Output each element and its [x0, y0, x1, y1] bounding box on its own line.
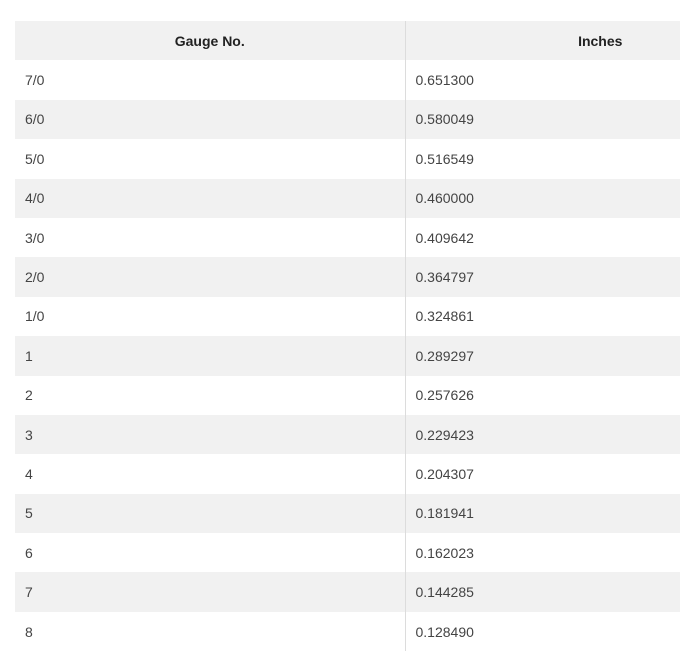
cell-gauge-no: 5/0	[15, 139, 406, 179]
table-row: 6/0 0.580049	[15, 99, 680, 140]
cell-gauge-no: 2	[15, 375, 406, 415]
cell-gauge-no: 1/0	[15, 296, 406, 337]
table-body: 7/0 0.651300 6/0 0.580049 5/0 0.516549 4/0 0.46…	[15, 60, 680, 651]
gauge-table: Gauge No. Inches 7/0 0.651300 6/0 0.580049 5…	[15, 21, 680, 651]
table-row: 8 0.128490	[15, 611, 680, 651]
table-row: 1 0.289297	[15, 336, 680, 376]
table-row: 2 0.257626	[15, 375, 680, 415]
cell-inches: 0.651300	[405, 60, 680, 100]
cell-gauge-no: 3	[15, 414, 406, 455]
cell-inches: 0.144285	[405, 572, 680, 612]
cell-inches: 0.324861	[405, 296, 680, 337]
table-row: 3 0.229423	[15, 414, 680, 455]
cell-gauge-no: 6/0	[15, 99, 406, 140]
cell-inches: 0.289297	[405, 336, 680, 376]
cell-gauge-no: 5	[15, 493, 406, 534]
cell-inches: 0.516549	[405, 139, 680, 179]
cell-inches: 0.580049	[405, 99, 680, 140]
cell-inches: 0.204307	[405, 454, 680, 494]
cell-gauge-no: 7	[15, 572, 406, 612]
table-row: 7 0.144285	[15, 572, 680, 612]
cell-inches: 0.364797	[405, 257, 680, 297]
cell-inches: 0.229423	[405, 414, 680, 455]
cell-inches: 0.257626	[405, 375, 680, 415]
table-row: 4 0.204307	[15, 454, 680, 494]
table-header: Gauge No. Inches	[15, 21, 680, 61]
table-row: 5 0.181941	[15, 493, 680, 534]
table-scroll-area[interactable]: Gauge No. Inches 7/0 0.651300 6/0 0.580049 5…	[15, 21, 680, 651]
table-row: 4/0 0.460000	[15, 178, 680, 218]
cell-inches: 0.409642	[405, 217, 680, 258]
cell-gauge-no: 8	[15, 611, 406, 651]
cell-gauge-no: 6	[15, 533, 406, 573]
header-row: Gauge No. Inches	[15, 21, 680, 61]
cell-gauge-no: 4/0	[15, 178, 406, 218]
header-gauge-no: Gauge No.	[15, 21, 406, 61]
gauge-table-container: Gauge No. Inches 7/0 0.651300 6/0 0.580049 5…	[15, 21, 680, 651]
table-row: 2/0 0.364797	[15, 257, 680, 297]
cell-gauge-no: 4	[15, 454, 406, 494]
table-row: 1/0 0.324861	[15, 296, 680, 337]
cell-inches: 0.181941	[405, 493, 680, 534]
table-row: 3/0 0.409642	[15, 217, 680, 258]
cell-inches: 0.460000	[405, 178, 680, 218]
table-row: 5/0 0.516549	[15, 139, 680, 179]
cell-gauge-no: 1	[15, 336, 406, 376]
table-row: 7/0 0.651300	[15, 60, 680, 100]
cell-gauge-no: 2/0	[15, 257, 406, 297]
cell-gauge-no: 7/0	[15, 60, 406, 100]
header-inches: Inches	[405, 21, 680, 61]
table-row: 6 0.162023	[15, 533, 680, 573]
cell-inches: 0.162023	[405, 533, 680, 573]
cell-gauge-no: 3/0	[15, 217, 406, 258]
cell-inches: 0.128490	[405, 611, 680, 651]
